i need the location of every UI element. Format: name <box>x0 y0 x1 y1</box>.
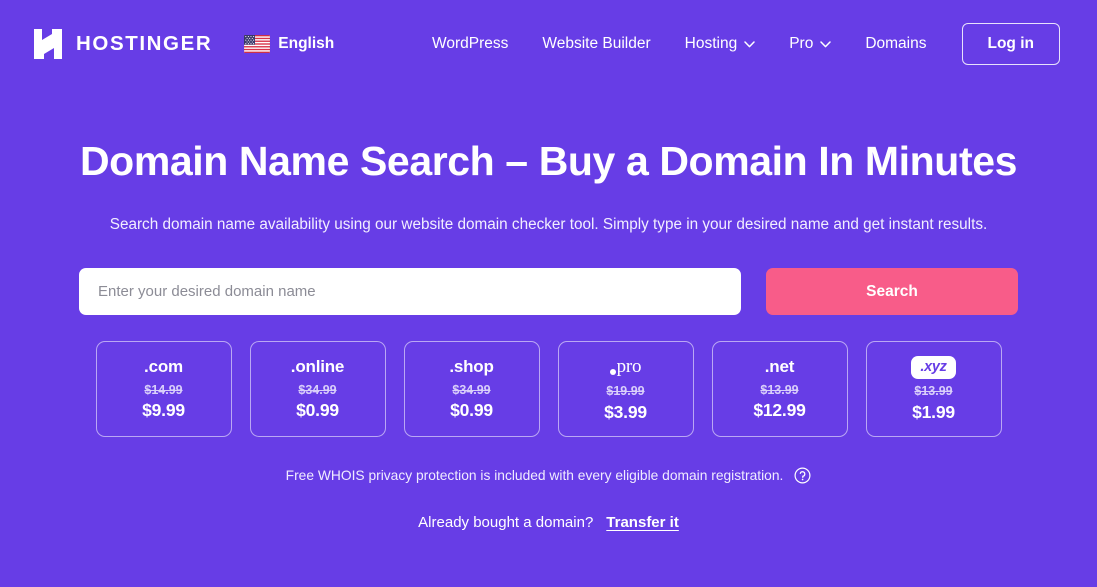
tld-new-price: $9.99 <box>142 400 185 421</box>
transfer-it-link[interactable]: Transfer it <box>606 515 679 530</box>
chevron-down-icon <box>744 40 755 48</box>
nav-item-website-builder[interactable]: Website Builder <box>525 28 667 60</box>
transfer-note: Already bought a domain? Transfer it <box>0 515 1097 530</box>
tld-name: .com <box>144 357 183 377</box>
brand-wordmark: HOSTINGER <box>76 31 213 55</box>
whois-note-text: Free WHOIS privacy protection is include… <box>285 467 784 483</box>
tld-new-price: $0.99 <box>450 400 493 421</box>
login-button[interactable]: Log in <box>961 23 1060 65</box>
whois-note: Free WHOIS privacy protection is include… <box>0 467 1097 484</box>
brand-logo[interactable]: HOSTINGER <box>34 29 212 59</box>
tld-new-price: $12.99 <box>753 400 806 421</box>
search-button[interactable]: Search <box>766 268 1018 316</box>
tld-card-shop[interactable]: .shop $34.99 $0.99 <box>403 341 540 438</box>
us-flag-icon <box>244 35 271 53</box>
tld-new-price: $3.99 <box>604 401 647 422</box>
tld-name: .online <box>290 357 345 377</box>
tld-old-price: $34.99 <box>298 382 337 397</box>
chevron-down-icon <box>820 40 832 48</box>
nav-item-hosting[interactable]: Hosting <box>668 28 773 60</box>
site-header: HOSTINGER English WordPress Website Buil… <box>0 0 1097 88</box>
page-title: Domain Name Search – Buy a Domain In Min… <box>79 138 1018 184</box>
language-selector[interactable]: English <box>244 35 334 53</box>
tld-name: pro <box>609 356 642 379</box>
nav-label: WordPress <box>432 35 509 53</box>
question-circle-icon[interactable] <box>794 467 811 484</box>
nav-item-wordpress[interactable]: WordPress <box>415 28 525 60</box>
nav-label: Website Builder <box>542 35 651 53</box>
page-root: HOSTINGER English WordPress Website Buil… <box>0 0 1097 587</box>
tld-new-price: $0.99 <box>296 400 339 421</box>
domain-search-input[interactable] <box>79 268 741 316</box>
domain-search-form: Search <box>0 268 1097 316</box>
tld-new-price: $1.99 <box>912 401 955 422</box>
tld-old-price: $19.99 <box>606 383 645 398</box>
nav-label: Hosting <box>684 35 738 53</box>
tld-name: .net <box>764 357 795 377</box>
main-navigation: WordPress Website Builder Hosting Pro Do… <box>415 23 1060 65</box>
transfer-question-text: Already bought a domain? <box>418 514 594 532</box>
nav-item-pro[interactable]: Pro <box>772 28 848 60</box>
nav-item-domains[interactable]: Domains <box>848 28 943 60</box>
tld-old-price: $13.99 <box>914 384 953 398</box>
language-label: English <box>278 35 335 53</box>
tld-name: .xyz <box>911 355 956 379</box>
tld-name-text: pro <box>616 356 642 378</box>
tld-name: .shop <box>449 357 494 377</box>
tld-old-price: $34.99 <box>452 382 491 397</box>
hostinger-h-logo-icon <box>34 29 62 59</box>
tld-card-net[interactable]: .net $13.99 $12.99 <box>711 341 848 438</box>
page-subtitle: Search domain name availability using ou… <box>109 215 988 233</box>
tld-old-price: $14.99 <box>144 382 183 397</box>
tld-price-list: .com $14.99 $9.99 .online $34.99 $0.99 .… <box>0 341 1097 438</box>
tld-card-online[interactable]: .online $34.99 $0.99 <box>249 341 386 438</box>
nav-label: Domains <box>865 35 927 53</box>
hero-section: Domain Name Search – Buy a Domain In Min… <box>0 88 1097 530</box>
tld-card-com[interactable]: .com $14.99 $9.99 <box>95 341 232 438</box>
tld-old-price: $13.99 <box>760 382 799 397</box>
pro-dot-icon <box>609 369 616 376</box>
tld-card-pro[interactable]: pro $19.99 $3.99 <box>557 341 694 438</box>
tld-card-xyz[interactable]: .xyz $13.99 $1.99 <box>865 341 1002 438</box>
nav-label: Pro <box>789 35 814 53</box>
